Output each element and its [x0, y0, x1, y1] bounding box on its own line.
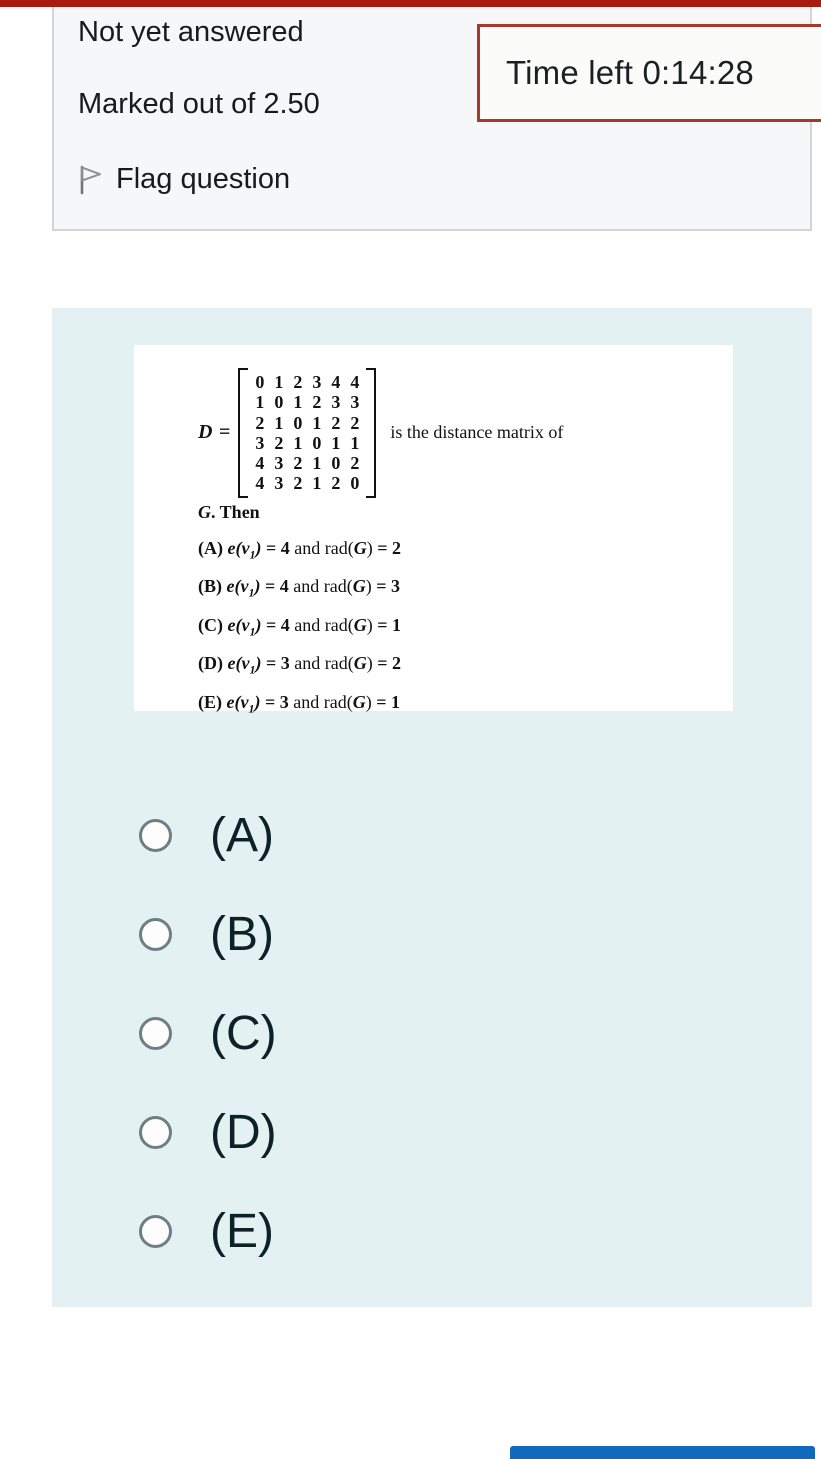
matrix-cell: 4	[350, 372, 360, 392]
question-stem-image: D = 012344101233210122321011432102432120…	[134, 345, 733, 715]
matrix-cell: 3	[274, 473, 284, 494]
answer-label-b: (B)	[210, 907, 274, 961]
matrix-row: 321011	[250, 433, 364, 453]
matrix-cell: 3	[331, 392, 341, 413]
question-body: D = 012344101233210122321011432102432120…	[52, 308, 812, 1307]
graph-symbol: G	[198, 502, 211, 522]
answer-label-c: (C)	[210, 1006, 277, 1060]
top-accent-bar	[0, 0, 821, 7]
matrix-cell: 3	[255, 432, 265, 453]
matrix-cell: 0	[274, 392, 284, 413]
distance-matrix: 012344101233210122321011432102432120	[238, 368, 377, 498]
flag-question-button[interactable]: Flag question	[78, 163, 290, 196]
question-info-panel: Not yet answered Marked out of 2.50 Flag…	[52, 7, 821, 231]
answer-option-e[interactable]: (E)	[137, 1182, 637, 1281]
matrix-cell: 1	[312, 453, 322, 474]
matrix-cell: 4	[255, 453, 265, 474]
matrix-cell: 1	[274, 412, 284, 433]
matrix-cell: 0	[312, 432, 322, 453]
matrix-cell: 2	[331, 473, 341, 494]
matrix-cell: 1	[312, 473, 322, 494]
matrix-row: 432102	[250, 453, 364, 473]
matrix-cell: 2	[255, 412, 265, 433]
matrix-cell: 2	[331, 412, 341, 433]
stem-choice-a: (A) e(v1) = 4 and rad(G) = 2	[198, 538, 401, 562]
matrix-cell: 2	[312, 392, 322, 413]
matrix-row: 101233	[250, 392, 364, 412]
matrix-row: 210122	[250, 413, 364, 433]
matrix-cell: 4	[331, 372, 341, 392]
matrix-cell: 0	[255, 372, 265, 392]
matrix-cell: 1	[274, 372, 284, 392]
stem-choice-list: (A) e(v1) = 4 and rad(G) = 2 (B) e(v1) = …	[198, 533, 401, 725]
time-left-text: Time left 0:14:28	[506, 54, 754, 91]
matrix-cell: 1	[350, 432, 360, 453]
matrix-cell: 0	[350, 473, 360, 494]
radio-b[interactable]	[139, 918, 172, 951]
stem-choice-b: (B) e(v1) = 4 and rad(G) = 3	[198, 576, 400, 600]
answer-option-c[interactable]: (C)	[137, 984, 637, 1083]
radio-c[interactable]	[139, 1017, 172, 1050]
graph-then-line: G. Then	[198, 502, 260, 523]
matrix-cell: 2	[293, 372, 303, 392]
answer-option-a[interactable]: (A)	[137, 786, 637, 885]
quiz-timer: Time left 0:14:28	[477, 24, 821, 122]
matrix-cell: 1	[293, 432, 303, 453]
answer-label-a: (A)	[210, 808, 274, 862]
matrix-row: 432120	[250, 473, 364, 493]
flag-question-label: Flag question	[116, 163, 291, 195]
radio-e[interactable]	[139, 1215, 172, 1248]
distance-matrix-equation: D = 012344101233210122321011432102432120…	[198, 368, 563, 498]
answer-option-b[interactable]: (B)	[137, 885, 637, 984]
answer-label-e: (E)	[210, 1204, 274, 1258]
matrix-cell: 2	[293, 473, 303, 494]
matrix-table: 012344101233210122321011432102432120	[250, 372, 364, 494]
stem-choice-e: (E) e(v1) = 3 and rad(G) = 1	[198, 691, 400, 716]
matrix-cell: 2	[274, 432, 284, 453]
radio-a[interactable]	[139, 819, 172, 852]
matrix-label: D	[198, 421, 213, 444]
matrix-cell: 3	[274, 453, 284, 474]
marks-text: Marked out of 2.50	[78, 88, 320, 120]
matrix-cell: 2	[293, 453, 303, 474]
answer-option-d[interactable]: (D)	[137, 1083, 637, 1182]
matrix-cell: 1	[293, 392, 303, 413]
matrix-cell: 3	[350, 392, 360, 413]
matrix-cell: 0	[293, 412, 303, 433]
answer-status-text: Not yet answered	[78, 16, 304, 48]
matrix-cell: 1	[312, 412, 322, 433]
equals-sign: =	[218, 421, 231, 444]
stem-choice-d: (D) e(v1) = 3 and rad(G) = 2	[198, 653, 401, 677]
matrix-row: 012344	[250, 372, 364, 392]
matrix-cell: 1	[255, 392, 265, 413]
flag-outline-icon	[78, 165, 104, 195]
matrix-cell: 3	[312, 372, 322, 392]
then-text: . Then	[211, 502, 260, 522]
matrix-cell: 0	[331, 453, 341, 474]
matrix-tail-text: is the distance matrix of	[390, 422, 564, 443]
matrix-cell: 2	[350, 412, 360, 433]
radio-d[interactable]	[139, 1116, 172, 1149]
next-page-button[interactable]	[510, 1446, 815, 1459]
answer-options: (A) (B) (C) (D) (E)	[137, 786, 637, 1281]
matrix-cell: 1	[331, 432, 341, 453]
matrix-cell: 4	[255, 473, 265, 494]
stem-choice-c: (C) e(v1) = 4 and rad(G) = 1	[198, 614, 401, 639]
answer-label-d: (D)	[210, 1105, 277, 1159]
matrix-cell: 2	[350, 453, 360, 474]
